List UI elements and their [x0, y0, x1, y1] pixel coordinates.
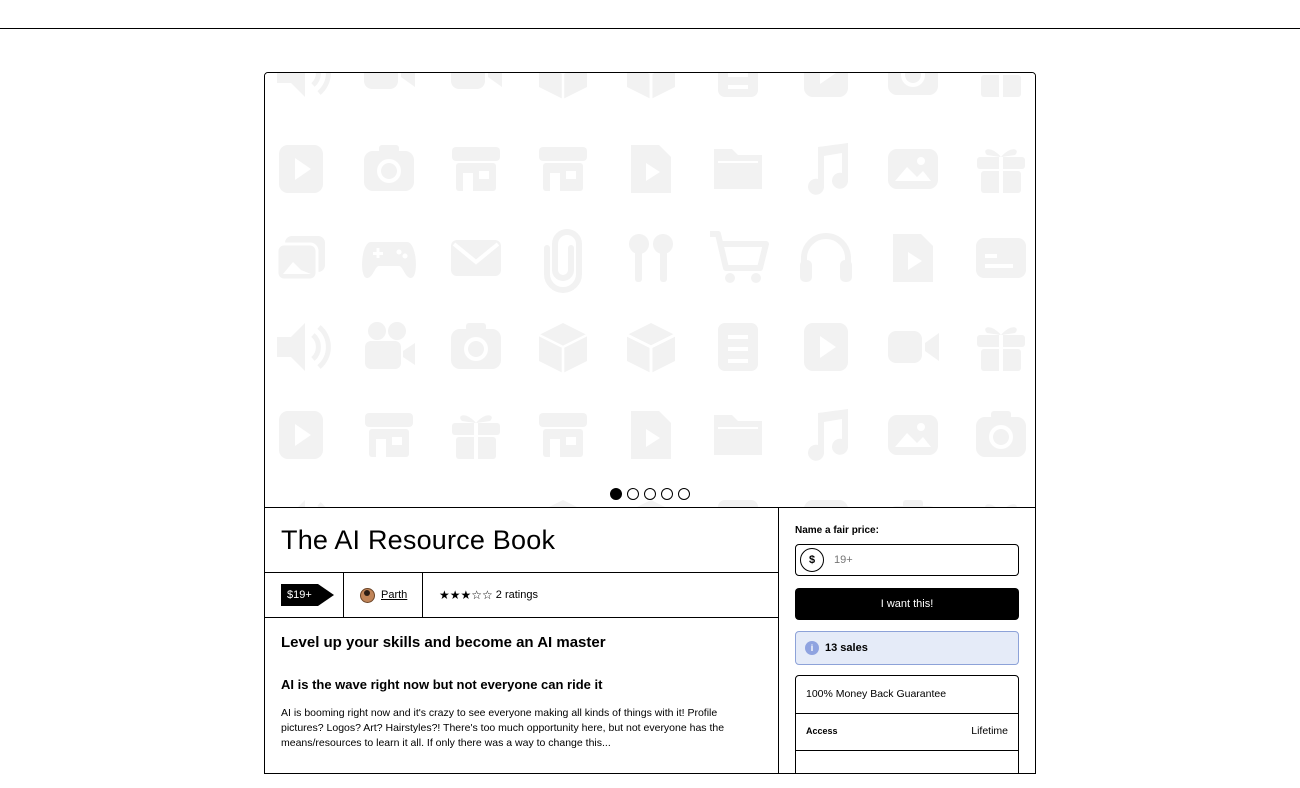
clip-icon	[547, 232, 579, 290]
cube-icon	[625, 73, 677, 101]
rating-cell: ★★★☆☆ 2 ratings	[423, 573, 623, 617]
product-card: The AI Resource Book $19+ Parth ★★★☆☆ 2 …	[264, 72, 1036, 774]
table-divider	[796, 713, 1018, 714]
image-icon	[888, 149, 938, 189]
carousel-dot[interactable]	[627, 487, 639, 500]
price-label: Name a fair price:	[795, 525, 879, 536]
speaker-icon	[277, 323, 328, 371]
file-icon	[631, 411, 671, 459]
gift-icon	[977, 327, 1025, 371]
price-field[interactable]: $	[795, 544, 1019, 576]
folder-icon	[714, 149, 762, 189]
film-icon	[365, 322, 415, 369]
product-info-table: 100% Money Back Guarantee Access Lifetim…	[795, 675, 1019, 773]
carousel-dot[interactable]	[610, 487, 622, 500]
rating-stars: ★★★☆☆	[439, 588, 493, 602]
description-paragraph: AI is booming right now and it's crazy t…	[281, 707, 725, 749]
play-icon	[804, 73, 848, 97]
image-icon	[888, 415, 938, 455]
creator-avatar	[360, 587, 375, 603]
doc-icon	[718, 323, 758, 371]
info-icon: i	[805, 641, 819, 655]
carousel-dot[interactable]	[661, 487, 673, 500]
carousel-dot[interactable]	[644, 487, 656, 500]
gift-icon	[977, 73, 1025, 97]
play-icon	[804, 323, 848, 371]
price-badge: $19+	[281, 584, 334, 606]
product-details: The AI Resource Book $19+ Parth ★★★☆☆ 2 …	[265, 508, 779, 773]
folder-icon	[714, 415, 762, 455]
meta-divider-bottom	[265, 617, 778, 618]
store-icon	[452, 147, 500, 191]
sales-count: 13 sales	[825, 642, 868, 654]
camera-icon	[451, 323, 501, 369]
creator-link[interactable]: Parth	[381, 589, 407, 601]
doc-icon	[718, 73, 758, 97]
speaker-icon	[277, 73, 328, 97]
header-divider	[0, 28, 1300, 29]
store-icon	[539, 413, 587, 457]
game-icon	[362, 242, 416, 278]
cube-icon	[625, 321, 677, 375]
carousel-dots	[265, 485, 1035, 503]
music-icon	[808, 409, 848, 461]
store-icon	[539, 147, 587, 191]
file-icon	[893, 234, 933, 282]
camera-icon	[888, 73, 938, 95]
description-subheading: AI is the wave right now but not everyon…	[281, 677, 603, 692]
purchase-panel: Name a fair price: $ I want this! i 13 s…	[779, 508, 1035, 773]
sales-info-box: i 13 sales	[795, 631, 1019, 665]
earbuds-icon	[629, 234, 673, 282]
video-icon	[451, 73, 502, 89]
cart-icon	[710, 234, 766, 283]
dollar-icon: $	[800, 548, 824, 572]
play-icon	[279, 145, 323, 193]
video-icon	[364, 73, 415, 89]
buy-button[interactable]: I want this!	[795, 588, 1019, 620]
gift-icon	[977, 149, 1025, 193]
guarantee-text: 100% Money Back Guarantee	[806, 688, 947, 700]
camera-icon	[976, 411, 1026, 457]
camera-icon	[364, 145, 414, 191]
card-icon	[976, 238, 1026, 278]
box-icon	[537, 321, 589, 375]
gallery-icon	[275, 234, 327, 282]
carousel-dot[interactable]	[678, 487, 690, 500]
rating-count: 2 ratings	[495, 589, 538, 601]
table-divider	[796, 750, 1018, 751]
description-heading: Level up your skills and become an AI ma…	[281, 634, 606, 651]
gift-icon	[452, 415, 500, 459]
access-value: Lifetime	[971, 725, 1008, 737]
product-meta-row: $19+ Parth ★★★☆☆ 2 ratings	[265, 573, 778, 617]
box-icon	[537, 73, 589, 101]
price-cell: $19+	[265, 573, 343, 617]
price-input[interactable]	[832, 553, 1006, 567]
play-icon	[279, 411, 323, 459]
mail-icon	[449, 238, 503, 278]
headphones-icon	[800, 236, 852, 282]
store-icon	[365, 413, 413, 457]
gift-icon	[977, 504, 1025, 507]
video-icon	[888, 331, 939, 363]
creator-cell[interactable]: Parth	[344, 573, 422, 617]
cover-placeholder-pattern	[265, 73, 1026, 507]
product-title: The AI Resource Book	[281, 525, 556, 555]
file-icon	[631, 145, 671, 193]
music-icon	[808, 143, 848, 195]
access-label: Access	[806, 726, 838, 736]
cover-carousel[interactable]	[265, 73, 1035, 508]
